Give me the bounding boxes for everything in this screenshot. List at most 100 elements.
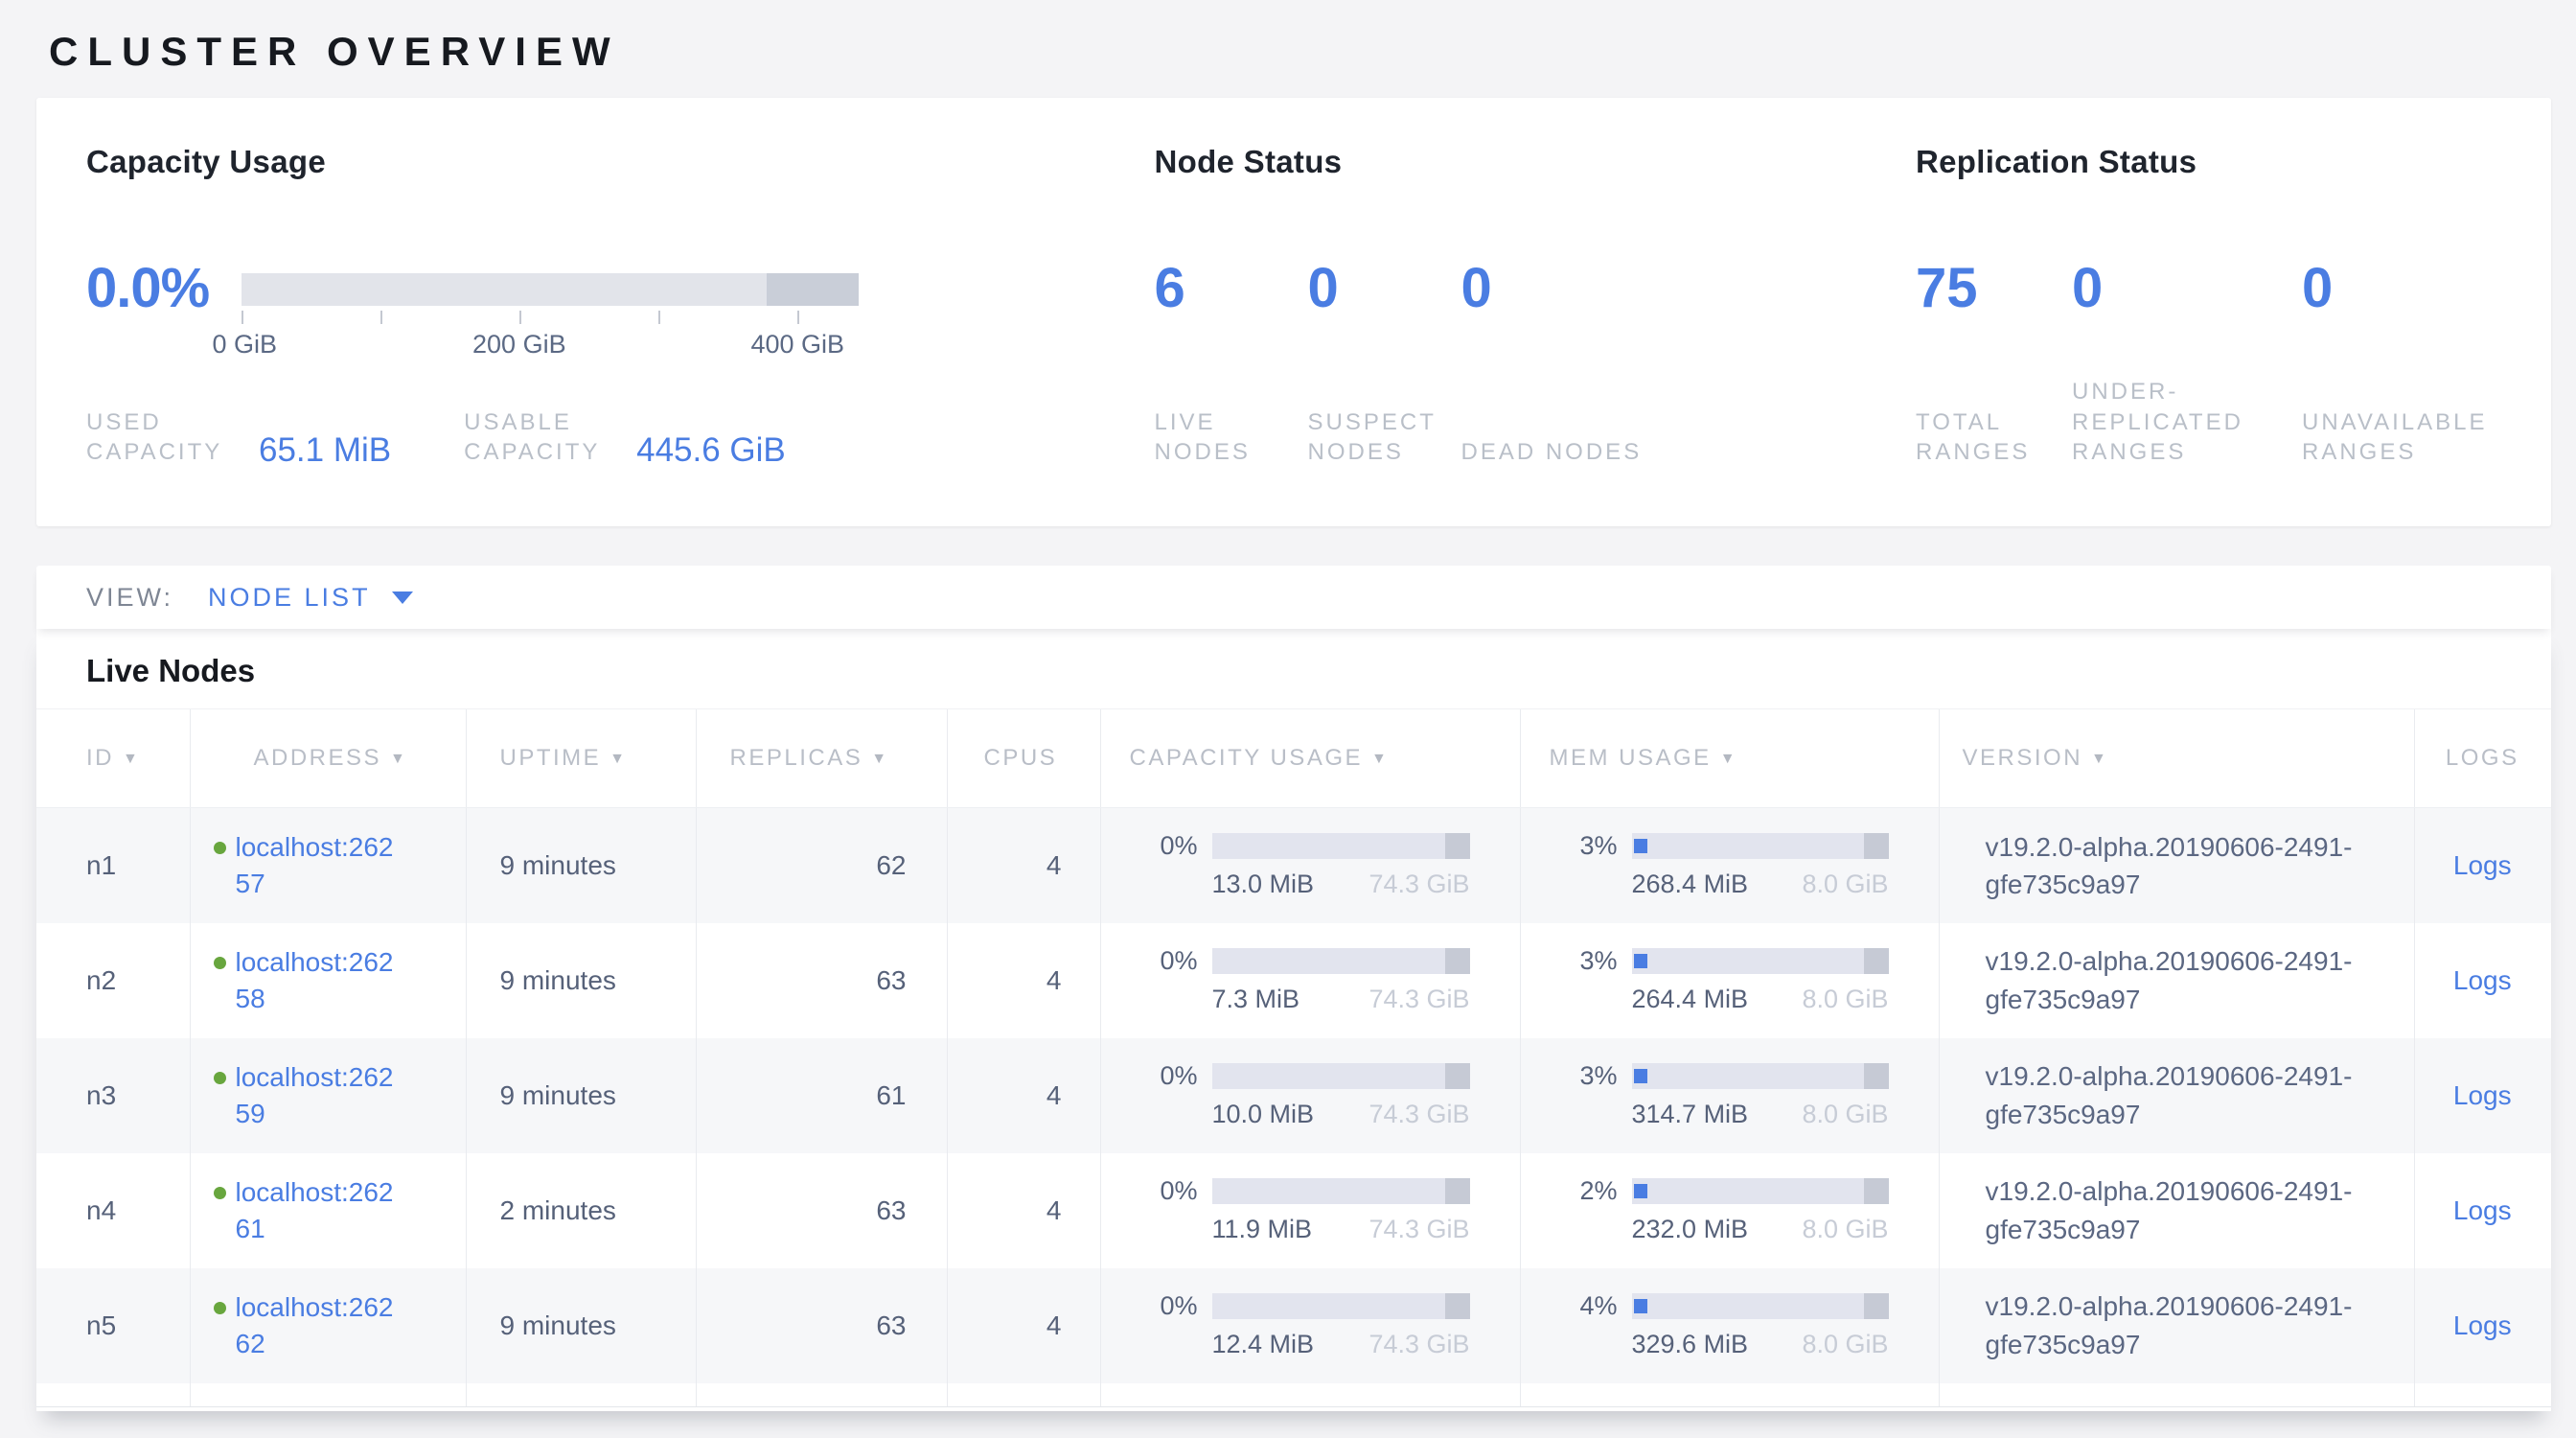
node-replicas: 63 — [696, 923, 947, 1038]
live-nodes-title: Live Nodes — [36, 629, 2551, 689]
sort-icon: ▼ — [123, 751, 140, 767]
replication-status-section: Replication Status 75 0 0 TOTAL RANGES U… — [1916, 144, 2551, 467]
column-header-uptime[interactable]: UPTIME▼ — [466, 709, 696, 808]
logs-link[interactable]: Logs — [2453, 1080, 2512, 1110]
column-header-address[interactable]: ADDRESS▼ — [190, 709, 466, 808]
mem-used-value: 329.6 MiB — [1632, 1330, 1749, 1359]
capacity-minibar — [1212, 1293, 1470, 1319]
column-header-version[interactable]: VERSION▼ — [1939, 709, 2414, 808]
mem-percent: 2% — [1580, 1176, 1632, 1206]
node-id: n4 — [36, 1153, 190, 1268]
node-address-link[interactable]: localhost:26259 — [236, 1059, 408, 1132]
mem-minibar-dark-segment — [1864, 1178, 1888, 1204]
capacity-total-value: 74.3 GiB — [1368, 870, 1469, 899]
capacity-total-value: 74.3 GiB — [1368, 1100, 1469, 1129]
mem-percent: 3% — [1580, 946, 1632, 976]
usable-capacity-label: USABLE CAPACITY — [464, 407, 629, 467]
node-cpus: 4 — [947, 1268, 1100, 1383]
capacity-minibar-dark-segment — [1445, 1178, 1470, 1204]
node-uptime: 9 minutes — [466, 808, 696, 923]
mem-minibar-dark-segment — [1864, 1293, 1888, 1319]
logs-link[interactable]: Logs — [2453, 965, 2512, 995]
used-capacity-label: USED CAPACITY — [86, 407, 251, 467]
node-id: n3 — [36, 1038, 190, 1153]
node-address-link[interactable]: localhost:26262 — [236, 1289, 408, 1362]
capacity-percent: 0% — [1161, 946, 1212, 976]
node-address-cell: localhost:26262 — [214, 1289, 465, 1362]
node-address-cell: localhost:26259 — [214, 1059, 465, 1132]
node-replicas: 61 — [696, 1038, 947, 1153]
node-address-link[interactable]: localhost:26258 — [236, 944, 408, 1017]
capacity-usage-title: Capacity Usage — [86, 144, 1155, 180]
view-bar: VIEW: NODE LIST — [36, 566, 2551, 629]
logs-link[interactable]: Logs — [2453, 1310, 2512, 1340]
mem-minibar-fill — [1634, 1069, 1647, 1083]
mem-total-value: 8.0 GiB — [1802, 1330, 1888, 1359]
node-status-section: Node Status 6 0 0 LIVE NODES SUSPECT NOD… — [1155, 144, 1917, 467]
capacity-total-value: 74.3 GiB — [1368, 1215, 1469, 1244]
table-row: n2 localhost:26258 9 minutes 63 4 0% 7.3… — [36, 923, 2551, 1038]
sort-icon: ▼ — [610, 751, 627, 767]
sort-icon: ▼ — [871, 751, 888, 767]
capacity-used-value: 7.3 MiB — [1212, 985, 1300, 1014]
column-header-cpus: CPUS — [947, 709, 1100, 808]
node-uptime: 9 minutes — [466, 1038, 696, 1153]
column-header-capacity-usage[interactable]: CAPACITY USAGE▼ — [1100, 709, 1520, 808]
mem-minibar — [1632, 1063, 1889, 1089]
logs-link[interactable]: Logs — [2453, 850, 2512, 880]
mem-minibar-dark-segment — [1864, 1063, 1888, 1089]
node-address-cell: localhost:26257 — [214, 829, 465, 902]
node-cpus: 4 — [947, 1153, 1100, 1268]
node-cpus: 4 — [947, 923, 1100, 1038]
capacity-axis-ticks — [242, 311, 859, 324]
node-uptime: 9 minutes — [466, 1268, 696, 1383]
mem-minibar — [1632, 948, 1889, 974]
chevron-down-icon[interactable] — [392, 591, 413, 604]
node-address-link[interactable]: localhost:26261 — [236, 1174, 408, 1247]
node-version: v19.2.0-alpha.20190606-2491-gfe735c9a97 — [1939, 1268, 2414, 1383]
sort-icon: ▼ — [2091, 751, 2108, 767]
node-replicas: 63 — [696, 1268, 947, 1383]
logs-link[interactable]: Logs — [2453, 1195, 2512, 1225]
mem-minibar-fill — [1634, 1184, 1647, 1198]
node-capacity-usage-cell: 0% 7.3 MiB 74.3 GiB — [1100, 923, 1520, 1038]
mem-total-value: 8.0 GiB — [1802, 985, 1888, 1014]
column-header-replicas[interactable]: REPLICAS▼ — [696, 709, 947, 808]
unavailable-ranges-count: 0 — [2302, 261, 2333, 316]
node-version: v19.2.0-alpha.20190606-2491-gfe735c9a97 — [1939, 923, 2414, 1038]
live-nodes-label: LIVE NODES — [1155, 407, 1308, 467]
column-header-mem-usage[interactable]: MEM USAGE▼ — [1520, 709, 1939, 808]
capacity-minibar-dark-segment — [1445, 833, 1470, 859]
capacity-percent: 0% — [1161, 1291, 1212, 1321]
node-capacity-usage-cell: 0% 12.4 MiB 74.3 GiB — [1100, 1268, 1520, 1383]
mem-minibar-fill — [1634, 1299, 1647, 1313]
mem-minibar-dark-segment — [1864, 948, 1888, 974]
replication-status-title: Replication Status — [1916, 144, 2551, 180]
capacity-minibar — [1212, 833, 1470, 859]
column-header-logs: LOGS — [2414, 709, 2551, 808]
total-ranges-label: TOTAL RANGES — [1916, 407, 2072, 467]
capacity-total-value: 74.3 GiB — [1368, 985, 1469, 1014]
live-status-dot-icon — [214, 842, 226, 854]
live-status-dot-icon — [214, 1072, 226, 1084]
mem-minibar — [1632, 1178, 1889, 1204]
capacity-used-value: 11.9 MiB — [1212, 1215, 1313, 1244]
live-nodes-count: 6 — [1155, 261, 1308, 316]
capacity-bar-dark-segment — [767, 273, 859, 306]
node-address-link[interactable]: localhost:26257 — [236, 829, 408, 902]
suspect-nodes-count: 0 — [1308, 261, 1461, 316]
capacity-used-value: 10.0 MiB — [1212, 1100, 1315, 1129]
used-capacity-stat: USED CAPACITY 65.1 MiB — [86, 407, 391, 467]
under-replicated-ranges-count: 0 — [2072, 261, 2302, 316]
node-id: n5 — [36, 1268, 190, 1383]
nodes-table: ID▼ ADDRESS▼ UPTIME▼ REPLICAS▼ CPUS CAPA… — [36, 708, 2551, 1407]
sort-icon: ▼ — [1371, 751, 1389, 767]
node-list-dropdown-value[interactable]: NODE LIST — [208, 583, 371, 613]
live-status-dot-icon — [214, 957, 226, 969]
column-header-id[interactable]: ID▼ — [36, 709, 190, 808]
node-capacity-usage-cell: 0% 11.9 MiB 74.3 GiB — [1100, 1153, 1520, 1268]
node-list-dropdown[interactable]: NODE LIST — [208, 583, 413, 613]
mem-percent: 3% — [1580, 831, 1632, 861]
mem-used-value: 232.0 MiB — [1632, 1215, 1749, 1244]
node-replicas: 63 — [696, 1153, 947, 1268]
